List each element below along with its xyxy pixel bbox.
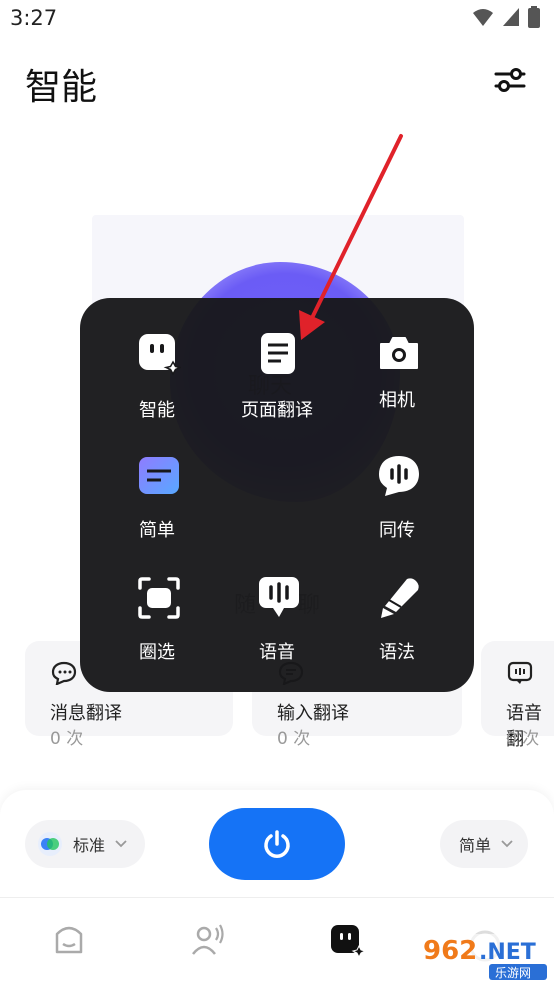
stat-name: 输入翻译 xyxy=(277,703,349,724)
chevron-down-icon xyxy=(115,840,127,848)
stat-count: 0 次 xyxy=(277,729,311,749)
menu-item-grammar[interactable]: 语法 xyxy=(342,576,452,686)
wifi-icon xyxy=(473,9,493,26)
menu-item-simultaneous[interactable]: 同传 xyxy=(342,454,452,564)
menu-item-circle-select[interactable]: 圈选 xyxy=(102,576,212,686)
watermark-logo: 962 .NET 乐游网 xyxy=(419,930,547,980)
stat-count: 0 次 xyxy=(506,729,540,749)
nav-voice[interactable] xyxy=(188,920,228,960)
voice-bubble-icon xyxy=(507,661,533,684)
signal-icon xyxy=(503,8,519,26)
person-voice-icon xyxy=(192,924,224,955)
svg-text:.NET: .NET xyxy=(479,940,536,965)
nav-home[interactable] xyxy=(49,920,89,960)
smart-face-icon xyxy=(139,334,181,376)
stat-card-voice-translate[interactable]: 语音翻 0 次 xyxy=(481,641,554,750)
circle-select-icon xyxy=(138,577,180,619)
quick-menu-overlay: 智能 页面翻译 相机 简单 同传 圈选 语音 语法 xyxy=(80,298,474,692)
chevron-down-icon xyxy=(501,840,513,848)
grammar-pen-icon xyxy=(381,578,419,618)
menu-item-smart[interactable]: 智能 xyxy=(102,332,212,442)
simultaneous-icon xyxy=(379,456,419,496)
menu-item-label: 简单 xyxy=(139,520,175,541)
home-face-icon xyxy=(55,926,83,954)
page-title: 智能 xyxy=(25,67,98,108)
nav-smart[interactable] xyxy=(327,920,367,960)
voice-icon xyxy=(259,577,299,617)
style-selector[interactable]: 简单 xyxy=(440,820,528,868)
power-toggle-button[interactable] xyxy=(209,808,345,880)
mode-logo-icon xyxy=(38,832,62,856)
svg-text:乐游网: 乐游网 xyxy=(495,966,531,980)
status-bar: 3:27 xyxy=(0,0,554,38)
simple-text-icon xyxy=(139,457,179,494)
svg-text:962: 962 xyxy=(423,936,477,966)
power-icon xyxy=(264,830,290,858)
menu-item-voice[interactable]: 语音 xyxy=(222,576,332,686)
mode-label: 标准 xyxy=(73,836,106,855)
smart-face-icon xyxy=(331,925,367,959)
mode-selector[interactable]: 标准 xyxy=(25,820,145,868)
site-watermark: 962 .NET 乐游网 xyxy=(415,930,550,980)
menu-item-label: 同传 xyxy=(379,520,415,541)
menu-item-label: 圈选 xyxy=(139,642,175,663)
chat-bubble-icon xyxy=(51,661,77,685)
menu-item-label: 页面翻译 xyxy=(241,400,313,421)
stat-name: 消息翻译 xyxy=(50,703,122,724)
menu-item-camera[interactable]: 相机 xyxy=(342,332,452,442)
nav-divider xyxy=(0,897,554,898)
menu-item-label: 智能 xyxy=(139,400,175,421)
annotation-arrow xyxy=(299,134,403,340)
status-time: 3:27 xyxy=(10,6,58,30)
settings-filter-button[interactable] xyxy=(493,64,527,96)
menu-item-page-translate[interactable]: 页面翻译 xyxy=(222,332,332,442)
style-label: 简单 xyxy=(459,836,492,855)
menu-item-label: 语法 xyxy=(379,642,415,663)
stat-count: 0 次 xyxy=(50,729,84,749)
menu-item-label: 相机 xyxy=(379,390,415,411)
status-icons xyxy=(472,6,540,28)
battery-icon xyxy=(528,6,540,28)
sliders-icon xyxy=(494,68,526,92)
menu-item-simple[interactable]: 简单 xyxy=(102,454,212,564)
menu-item-label: 语音 xyxy=(259,642,295,663)
